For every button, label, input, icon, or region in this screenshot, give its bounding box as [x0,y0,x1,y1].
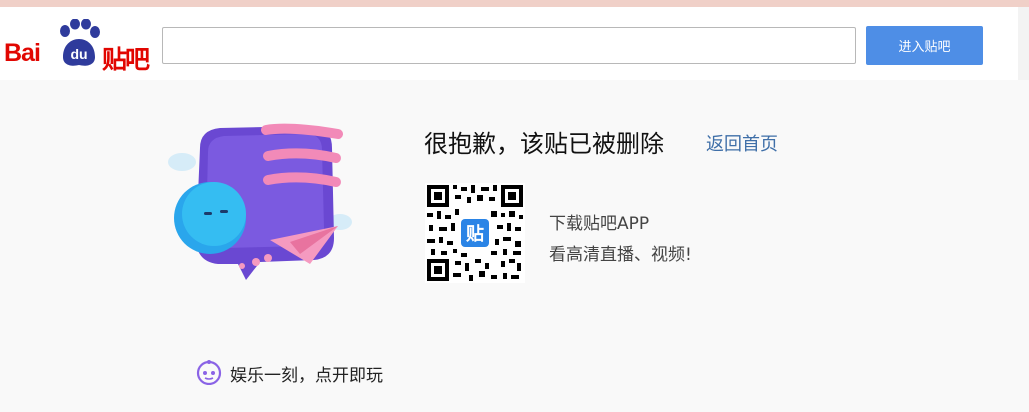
return-home-link[interactable]: 返回首页 [706,130,778,156]
app-features-text: 看高清直播、视频! [549,245,692,265]
download-app-text: 下载贴吧APP [549,214,650,234]
qr-badge-text: 贴 [466,223,484,245]
search-input[interactable] [162,27,856,64]
deleted-post-illustration [168,123,352,280]
top-strip [0,0,1029,7]
scrollbar-gutter [1018,7,1029,80]
baidu-paw-icon: du [60,19,100,66]
game-robot-icon[interactable] [196,359,222,385]
download-app-qr-code[interactable]: 贴 [425,183,525,283]
deleted-message-title: 很抱歉，该贴已被删除 [424,130,664,158]
baidu-tieba-logo[interactable]: Bai du 贴吧 [4,17,154,74]
logo-du-text: du [70,46,87,62]
logo-bai-text: Bai [4,39,41,67]
enter-tieba-button[interactable]: 进入贴吧 [866,26,983,65]
logo-tieba-text: 贴吧 [102,45,150,74]
game-promo-link[interactable]: 娱乐一刻，点开即玩 [230,361,383,386]
header: Bai du 贴吧 进入贴吧 [0,7,1029,80]
